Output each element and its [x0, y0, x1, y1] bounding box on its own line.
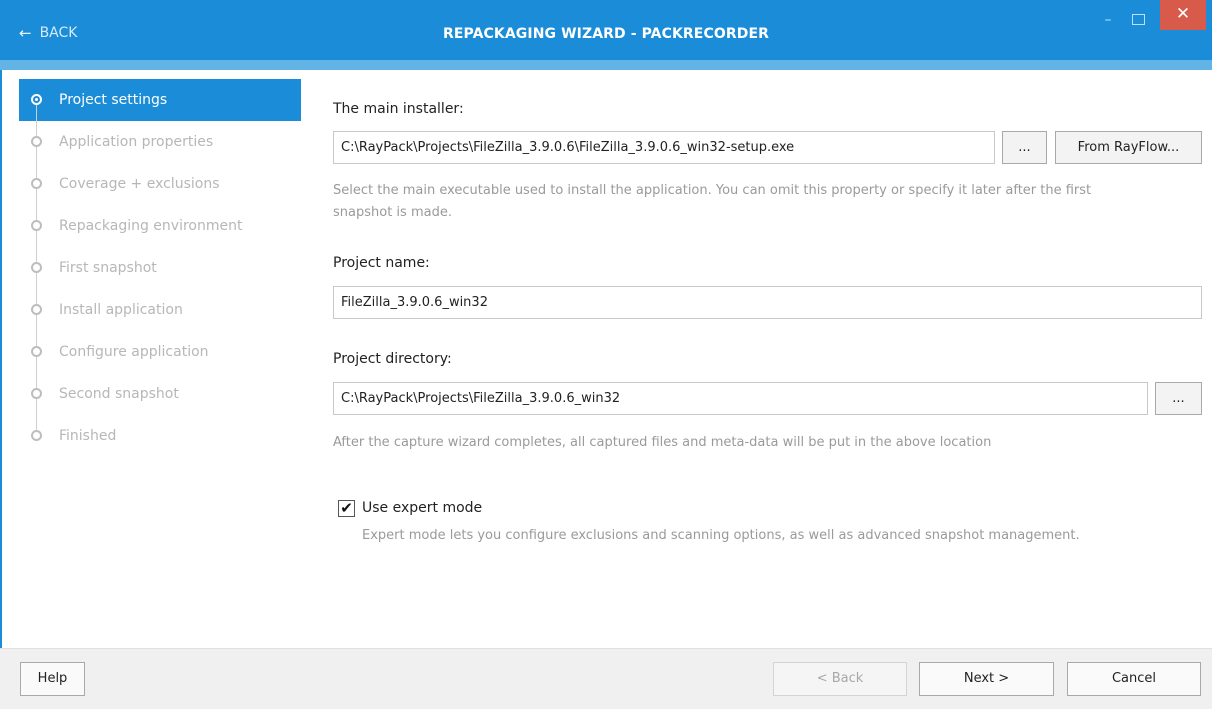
step-second-snapshot[interactable]: Second snapshot [19, 373, 301, 430]
step-circle-icon [31, 262, 42, 273]
title-bar-accent-strip [0, 60, 1212, 70]
back-button[interactable]: < Back [773, 662, 907, 696]
step-label: Project settings [59, 92, 168, 108]
project-directory-input[interactable]: C:\RayPack\Projects\FileZilla_3.9.0.6_wi… [333, 382, 1148, 415]
step-label: Second snapshot [59, 386, 179, 402]
step-label: First snapshot [59, 260, 157, 276]
project-name-input[interactable]: FileZilla_3.9.0.6_win32 [333, 286, 1202, 319]
project-directory-label: Project directory: [333, 351, 452, 367]
from-rayflow-button[interactable]: From RayFlow... [1055, 131, 1202, 164]
help-button[interactable]: Help [20, 662, 85, 696]
expert-mode-label[interactable]: Use expert mode [362, 500, 482, 516]
main-installer-input[interactable]: C:\RayPack\Projects\FileZilla_3.9.0.6\Fi… [333, 131, 995, 164]
step-circle-icon [31, 346, 42, 357]
step-configure-application[interactable]: Configure application [19, 331, 301, 388]
step-label: Application properties [59, 134, 214, 150]
expert-mode-hint: Expert mode lets you configure exclusion… [362, 528, 1080, 543]
project-directory-hint: After the capture wizard completes, all … [333, 435, 992, 450]
step-finished[interactable]: Finished [19, 415, 301, 457]
main-installer-browse-button[interactable]: ... [1002, 131, 1047, 164]
step-label: Install application [59, 302, 183, 318]
step-circle-icon [31, 178, 42, 189]
expert-mode-checkbox[interactable]: ✔ [338, 500, 355, 517]
step-circle-icon [31, 136, 42, 147]
step-label: Repackaging environment [59, 218, 243, 234]
step-first-snapshot[interactable]: First snapshot [19, 247, 301, 304]
step-project-settings[interactable]: Project settings [19, 79, 301, 136]
main-installer-label: The main installer: [333, 101, 464, 117]
close-icon[interactable]: ✕ [1160, 0, 1206, 30]
maximize-icon[interactable] [1132, 14, 1145, 25]
window-title: REPACKAGING WIZARD - PACKRECORDER [443, 26, 769, 42]
cancel-button[interactable]: Cancel [1067, 662, 1201, 696]
minimize-icon[interactable]: – [1099, 12, 1117, 30]
step-circle-icon [31, 388, 42, 399]
title-bar: ← BACK REPACKAGING WIZARD - PACKRECORDER… [0, 0, 1212, 70]
step-label: Configure application [59, 344, 209, 360]
main-installer-hint-line1: Select the main executable used to insta… [333, 183, 1092, 198]
step-circle-icon [31, 430, 42, 441]
window-left-border [0, 70, 2, 709]
project-directory-browse-button[interactable]: ... [1155, 382, 1202, 415]
main-installer-hint-line2: snapshot is made. [333, 205, 452, 220]
step-application-properties[interactable]: Application properties [19, 121, 301, 178]
step-active-icon [31, 94, 42, 105]
step-circle-icon [31, 304, 42, 315]
step-circle-icon [31, 220, 42, 231]
step-label: Coverage + exclusions [59, 176, 220, 192]
step-label: Finished [59, 428, 117, 444]
step-coverage-exclusions[interactable]: Coverage + exclusions [19, 163, 301, 220]
next-button[interactable]: Next > [919, 662, 1054, 696]
step-repackaging-environment[interactable]: Repackaging environment [19, 205, 301, 262]
wizard-steps-sidebar: Project settings Application properties … [19, 79, 301, 457]
step-install-application[interactable]: Install application [19, 289, 301, 346]
project-name-label: Project name: [333, 255, 430, 271]
